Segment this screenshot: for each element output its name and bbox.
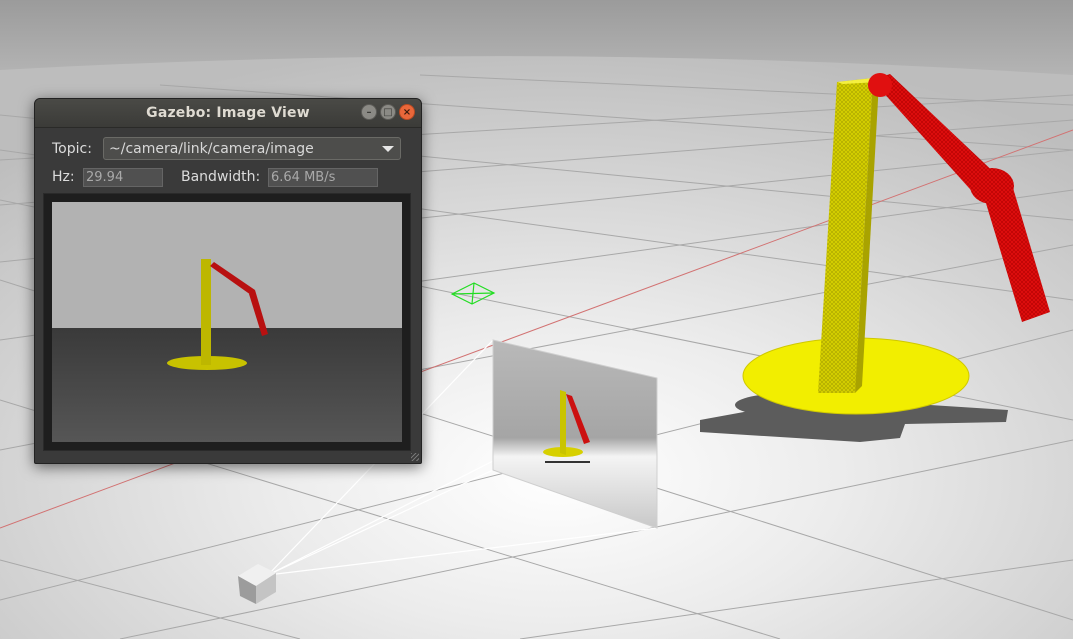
bandwidth-label: Bandwidth: — [181, 169, 261, 185]
bandwidth-field: 6.64 MB/s — [268, 168, 378, 187]
hz-label: Hz: — [52, 169, 75, 185]
image-view-window[interactable]: Gazebo: Image View – □ × Topic: ~/camera… — [34, 98, 422, 464]
topic-value: ~/camera/link/camera/image — [109, 141, 314, 157]
maximize-icon[interactable]: □ — [380, 104, 396, 120]
chevron-down-icon[interactable] — [382, 146, 394, 152]
resize-grip-icon[interactable] — [411, 453, 419, 461]
image-sky — [52, 202, 402, 328]
image-robot-column — [201, 259, 211, 365]
bandwidth-value: 6.64 MB/s — [271, 170, 336, 185]
close-icon[interactable]: × — [399, 104, 415, 120]
minimize-icon[interactable]: – — [361, 104, 377, 120]
topic-label: Topic: — [52, 141, 92, 157]
camera-image — [52, 202, 402, 442]
hz-field: 29.94 — [83, 168, 163, 187]
window-titlebar[interactable]: Gazebo: Image View – □ × — [35, 99, 421, 128]
topic-dropdown[interactable]: ~/camera/link/camera/image — [103, 137, 401, 160]
image-floor — [52, 328, 402, 442]
window-controls: – □ × — [361, 104, 415, 120]
hz-value: 29.94 — [86, 170, 124, 185]
camera-image-view[interactable] — [43, 193, 411, 451]
